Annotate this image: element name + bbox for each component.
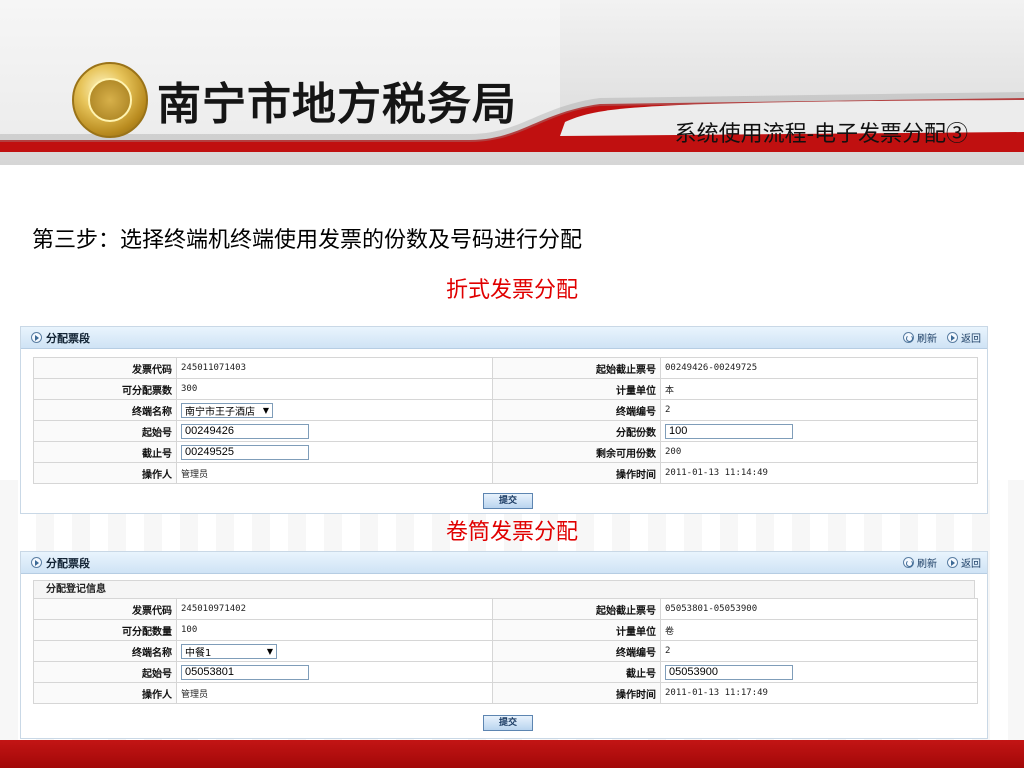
slide-header: 南宁市地方税务局 系统使用流程-电子发票分配③ bbox=[0, 0, 1024, 165]
field-label: 操作时间 bbox=[492, 682, 661, 704]
remaining-count-value: 200 bbox=[660, 441, 978, 463]
footer-bar bbox=[0, 740, 1024, 768]
table-row: 终端名称 中餐1 ▼ 终端编号 2 bbox=[33, 640, 978, 662]
table-row: 起始号 00249426 分配份数 100 bbox=[33, 420, 978, 442]
field-label: 起始号 bbox=[33, 661, 177, 683]
field-label: 发票代码 bbox=[33, 357, 177, 379]
expand-icon[interactable] bbox=[31, 557, 42, 568]
field-label: 起始号 bbox=[33, 420, 177, 442]
operator-value: 管理员 bbox=[176, 462, 493, 484]
section-title: 系统使用流程-电子发票分配③ bbox=[674, 122, 968, 147]
refresh-icon bbox=[903, 332, 914, 343]
end-number-input[interactable]: 05053900 bbox=[665, 664, 793, 680]
field-label: 起始截止票号 bbox=[492, 357, 661, 379]
panel-title: 分配票段 bbox=[46, 331, 90, 345]
panel-header: 分配票段 刷新 返回 bbox=[21, 327, 987, 349]
org-name: 南宁市地方税务局 bbox=[157, 79, 517, 130]
field-label: 终端名称 bbox=[33, 640, 177, 662]
start-number-input[interactable]: 00249426 bbox=[181, 423, 309, 439]
field-label: 可分配票数 bbox=[33, 378, 177, 400]
field-label: 起始截止票号 bbox=[492, 598, 661, 620]
field-label: 操作人 bbox=[33, 462, 177, 484]
chevron-down-icon: ▼ bbox=[266, 646, 273, 656]
section-subheading: 分配登记信息 bbox=[33, 580, 975, 598]
allocation-panel-folded: 分配票段 刷新 返回 发票代码 245011071403 起始截止票号 0024… bbox=[20, 326, 988, 514]
available-count-value: 100 bbox=[176, 619, 493, 641]
refresh-button[interactable]: 刷新 bbox=[903, 555, 937, 570]
expand-icon[interactable] bbox=[31, 332, 42, 343]
field-label: 计量单位 bbox=[492, 619, 661, 641]
terminal-number-value: 2 bbox=[660, 399, 978, 421]
refresh-icon bbox=[903, 557, 914, 568]
operator-value: 管理员 bbox=[176, 682, 493, 704]
panel-title: 分配票段 bbox=[46, 556, 90, 570]
field-label: 截止号 bbox=[492, 661, 661, 683]
table-row: 可分配票数 300 计量单位 本 bbox=[33, 378, 978, 400]
operation-time-value: 2011-01-13 11:17:49 bbox=[660, 682, 978, 704]
field-label: 终端编号 bbox=[492, 640, 661, 662]
field-label: 可分配数量 bbox=[33, 619, 177, 641]
caption-roll-invoice: 卷筒发票分配 bbox=[445, 520, 578, 545]
ticket-range-value: 00249426-00249725 bbox=[660, 357, 978, 379]
available-count-value: 300 bbox=[176, 378, 493, 400]
allocation-count-input[interactable]: 100 bbox=[665, 423, 793, 439]
refresh-button[interactable]: 刷新 bbox=[903, 330, 937, 345]
table-row: 起始号 05053801 截止号 05053900 bbox=[33, 661, 978, 683]
step-description: 第三步：选择终端机终端使用发票的份数及号码进行分配 bbox=[32, 228, 583, 253]
back-icon bbox=[947, 332, 958, 343]
allocation-panel-roll: 分配票段 刷新 返回 分配登记信息 发票代码 245010971402 起始截止… bbox=[20, 551, 988, 739]
field-label: 分配份数 bbox=[492, 420, 661, 442]
invoice-code-value: 245010971402 bbox=[176, 598, 493, 620]
table-row: 终端名称 南宁市王子酒店 ▼ 终端编号 2 bbox=[33, 399, 978, 421]
operation-time-value: 2011-01-13 11:14:49 bbox=[660, 462, 978, 484]
allocation-form: 发票代码 245011071403 起始截止票号 00249426-002497… bbox=[33, 357, 978, 484]
field-label: 截止号 bbox=[33, 441, 177, 463]
ticket-range-value: 05053801-05053900 bbox=[660, 598, 978, 620]
end-number-input[interactable]: 00249525 bbox=[181, 444, 309, 460]
unit-value: 卷 bbox=[660, 619, 978, 641]
chevron-down-icon: ▼ bbox=[262, 405, 269, 415]
field-label: 发票代码 bbox=[33, 598, 177, 620]
field-label: 操作时间 bbox=[492, 462, 661, 484]
tax-bureau-emblem-icon bbox=[72, 62, 148, 138]
caption-folded-invoice: 折式发票分配 bbox=[445, 278, 578, 303]
field-label: 终端名称 bbox=[33, 399, 177, 421]
table-row: 截止号 00249525 剩余可用份数 200 bbox=[33, 441, 978, 463]
table-row: 发票代码 245011071403 起始截止票号 00249426-002497… bbox=[33, 357, 978, 379]
back-button[interactable]: 返回 bbox=[947, 555, 981, 570]
unit-value: 本 bbox=[660, 378, 978, 400]
start-number-input[interactable]: 05053801 bbox=[181, 664, 309, 680]
panel-header: 分配票段 刷新 返回 bbox=[21, 552, 987, 574]
invoice-code-value: 245011071403 bbox=[176, 357, 493, 379]
field-label: 操作人 bbox=[33, 682, 177, 704]
back-icon bbox=[947, 557, 958, 568]
table-row: 操作人 管理员 操作时间 2011-01-13 11:17:49 bbox=[33, 682, 978, 704]
terminal-number-value: 2 bbox=[660, 640, 978, 662]
terminal-name-select[interactable]: 中餐1 ▼ bbox=[181, 643, 277, 659]
table-row: 可分配数量 100 计量单位 卷 bbox=[33, 619, 978, 641]
terminal-name-select[interactable]: 南宁市王子酒店 ▼ bbox=[181, 402, 273, 418]
allocation-form: 发票代码 245010971402 起始截止票号 05053801-050539… bbox=[33, 598, 978, 704]
submit-button[interactable]: 提交 bbox=[483, 715, 533, 731]
submit-button[interactable]: 提交 bbox=[483, 493, 533, 509]
back-button[interactable]: 返回 bbox=[947, 330, 981, 345]
field-label: 剩余可用份数 bbox=[492, 441, 661, 463]
field-label: 终端编号 bbox=[492, 399, 661, 421]
table-row: 操作人 管理员 操作时间 2011-01-13 11:14:49 bbox=[33, 462, 978, 484]
table-row: 发票代码 245010971402 起始截止票号 05053801-050539… bbox=[33, 598, 978, 620]
field-label: 计量单位 bbox=[492, 378, 661, 400]
